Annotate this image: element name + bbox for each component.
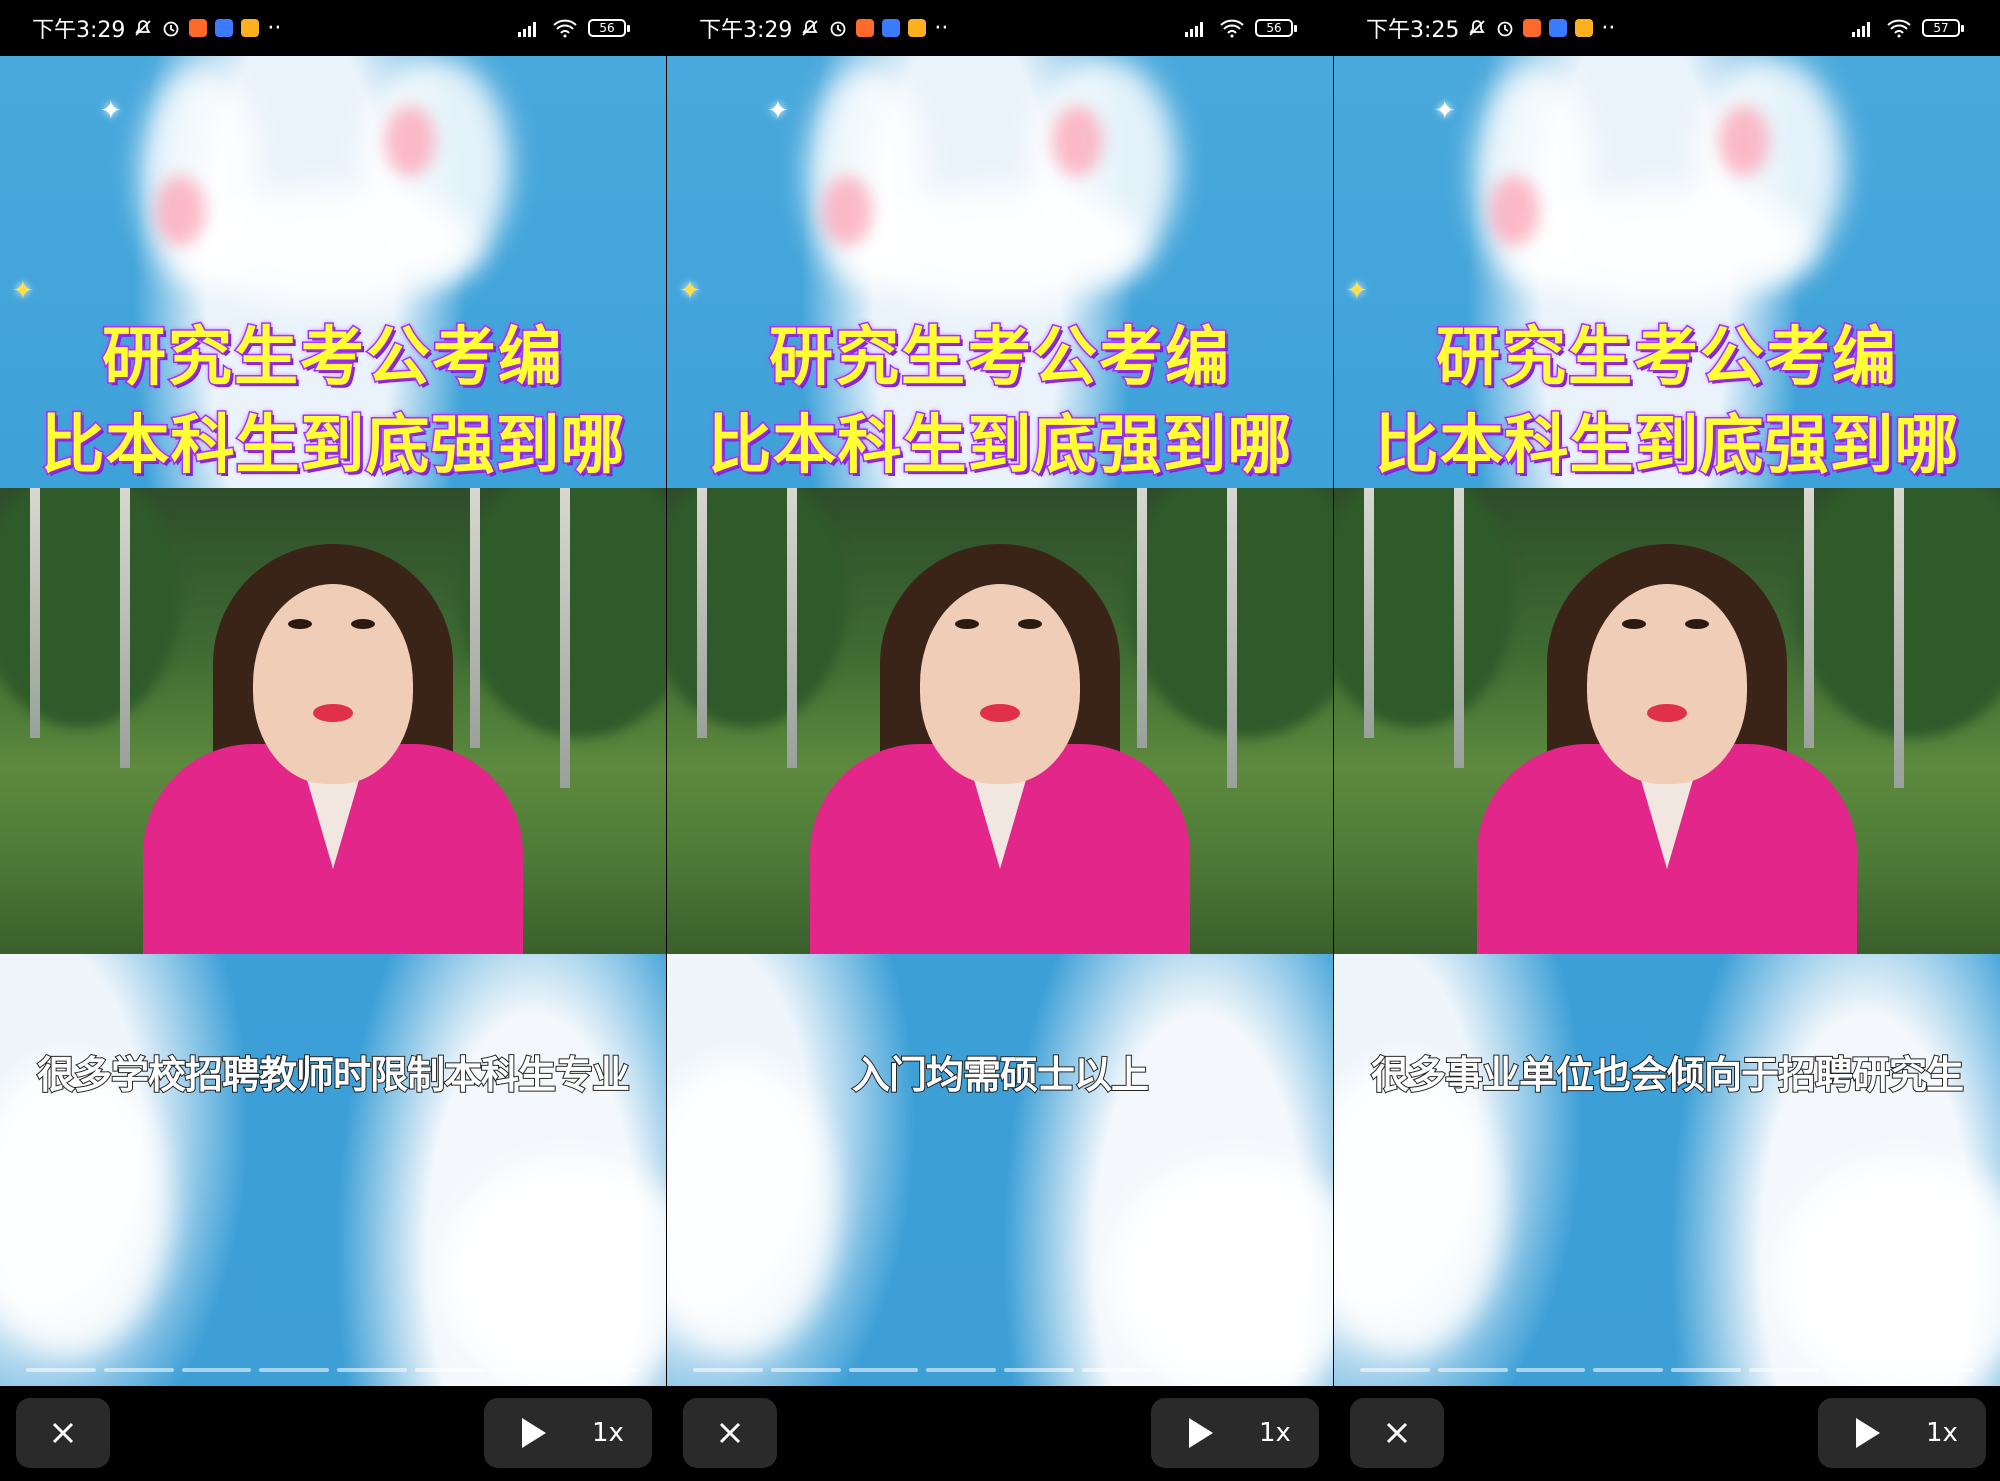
video-frame[interactable]: ✦ ✦ 研究生考公考编 比本科生到底强到哪 (0, 56, 666, 1386)
cloud-blush (155, 176, 205, 246)
mute-icon (1467, 18, 1487, 38)
video-subtitle: 很多学校招聘教师时限制本科生专业 (36, 1052, 631, 1098)
video-panel-2: 下午3:29 ·· 56 ✦ ✦ 研究生考公考编 比本科生到底强到哪 入门均需硕… (667, 0, 1333, 1481)
cloud-blush (385, 106, 435, 176)
cloud (180, 186, 480, 306)
more-icon: ·· (1601, 15, 1616, 41)
app-notification-icon (241, 19, 260, 37)
battery-icon: 56 (1255, 19, 1297, 37)
presenter (810, 524, 1190, 954)
speed-button[interactable]: 1x (1926, 1418, 1958, 1448)
sparkle-icon: ✦ (1346, 276, 1368, 306)
close-button[interactable] (683, 1398, 777, 1468)
status-time: 下午3:29 (699, 18, 793, 43)
close-icon (1386, 1422, 1408, 1444)
cloud-blush (822, 176, 872, 246)
forest-scene (667, 488, 1333, 954)
cloud (1107, 1156, 1333, 1386)
progress-segments[interactable] (26, 1368, 640, 1372)
video-panel-1: 下午3:29 ·· 56 ✦ ✦ 研究生考公考编 比本科生到底强到哪 很多学校招… (0, 0, 666, 1481)
sparkle-icon: ✦ (767, 96, 789, 126)
app-notification-icon (189, 19, 208, 37)
player-controls: 1x (1334, 1386, 2000, 1481)
wifi-icon (552, 18, 578, 38)
signal-icon (1183, 18, 1209, 38)
app-notification-icon (856, 19, 875, 37)
cloud-blush (1052, 106, 1102, 176)
mute-icon (133, 18, 153, 38)
presenter (1477, 524, 1857, 954)
app-notification-icon (882, 19, 901, 37)
close-icon (719, 1422, 741, 1444)
battery-icon: 56 (588, 19, 630, 37)
cloud-blush (1719, 106, 1769, 176)
progress-segments[interactable] (1360, 1368, 1974, 1372)
speed-button[interactable]: 1x (1259, 1418, 1291, 1448)
signal-icon (516, 18, 542, 38)
sparkle-icon: ✦ (12, 276, 34, 306)
play-icon[interactable] (522, 1418, 546, 1448)
more-icon: ·· (934, 15, 949, 41)
sparkle-icon: ✦ (679, 276, 701, 306)
app-notification-icon (1549, 19, 1568, 37)
playback-controls: 1x (1151, 1398, 1319, 1468)
wifi-icon (1886, 18, 1912, 38)
mute-icon (800, 18, 820, 38)
cloud (847, 186, 1147, 306)
app-notification-icon (1575, 19, 1594, 37)
wifi-icon (1219, 18, 1245, 38)
status-time: 下午3:25 (1366, 18, 1460, 43)
sparkle-icon: ✦ (1434, 96, 1456, 126)
video-subtitle: 入门均需硕士以上 (851, 1052, 1150, 1098)
close-icon (52, 1422, 74, 1444)
video-panel-3: 下午3:25 ·· 57 ✦ ✦ 研究生考公考编 比本科生到底强到哪 很多事业单… (1334, 0, 2000, 1481)
close-button[interactable] (16, 1398, 110, 1468)
progress-segments[interactable] (693, 1368, 1307, 1372)
video-title-line-1: 研究生考公考编 (101, 320, 564, 397)
alarm-icon (1495, 18, 1515, 38)
player-controls: 1x (0, 1386, 666, 1481)
cloud (440, 1156, 666, 1386)
video-title-line-2: 比本科生到底强到哪 (1373, 408, 1960, 485)
screenshot-collage: 下午3:29 ·· 56 ✦ ✦ 研究生考公考编 比本科生到底强到哪 很多学校招… (0, 0, 2000, 1481)
sparkle-icon: ✦ (100, 96, 122, 126)
battery-icon: 57 (1922, 19, 1964, 37)
cloud (1334, 1056, 1504, 1356)
video-title-line-1: 研究生考公考编 (768, 320, 1231, 397)
cloud-blush (1489, 176, 1539, 246)
status-bar: 下午3:25 ·· 57 (1334, 0, 2000, 56)
more-icon: ·· (267, 15, 282, 41)
signal-icon (1850, 18, 1876, 38)
video-subtitle: 很多事业单位也会倾向于招聘研究生 (1370, 1052, 1965, 1098)
status-bar: 下午3:29 ·· 56 (667, 0, 1333, 56)
player-controls: 1x (667, 1386, 1333, 1481)
speed-button[interactable]: 1x (592, 1418, 624, 1448)
cloud (0, 1056, 170, 1356)
cloud (1514, 186, 1814, 306)
video-frame[interactable]: ✦ ✦ 研究生考公考编 比本科生到底强到哪 (667, 56, 1333, 1386)
app-notification-icon (908, 19, 927, 37)
playback-controls: 1x (1818, 1398, 1986, 1468)
play-icon[interactable] (1189, 1418, 1213, 1448)
status-bar: 下午3:29 ·· 56 (0, 0, 666, 56)
video-frame[interactable]: ✦ ✦ 研究生考公考编 比本科生到底强到哪 (1334, 56, 2000, 1386)
close-button[interactable] (1350, 1398, 1444, 1468)
cloud (667, 1056, 837, 1356)
forest-scene (1334, 488, 2000, 954)
playback-controls: 1x (484, 1398, 652, 1468)
app-notification-icon (215, 19, 234, 37)
alarm-icon (161, 18, 181, 38)
alarm-icon (828, 18, 848, 38)
video-title-line-2: 比本科生到底强到哪 (39, 408, 626, 485)
video-title-line-1: 研究生考公考编 (1435, 320, 1898, 397)
status-time: 下午3:29 (32, 18, 126, 43)
cloud (1774, 1156, 2000, 1386)
presenter (143, 524, 523, 954)
video-title-line-2: 比本科生到底强到哪 (706, 408, 1293, 485)
play-icon[interactable] (1856, 1418, 1880, 1448)
app-notification-icon (1523, 19, 1542, 37)
forest-scene (0, 488, 666, 954)
